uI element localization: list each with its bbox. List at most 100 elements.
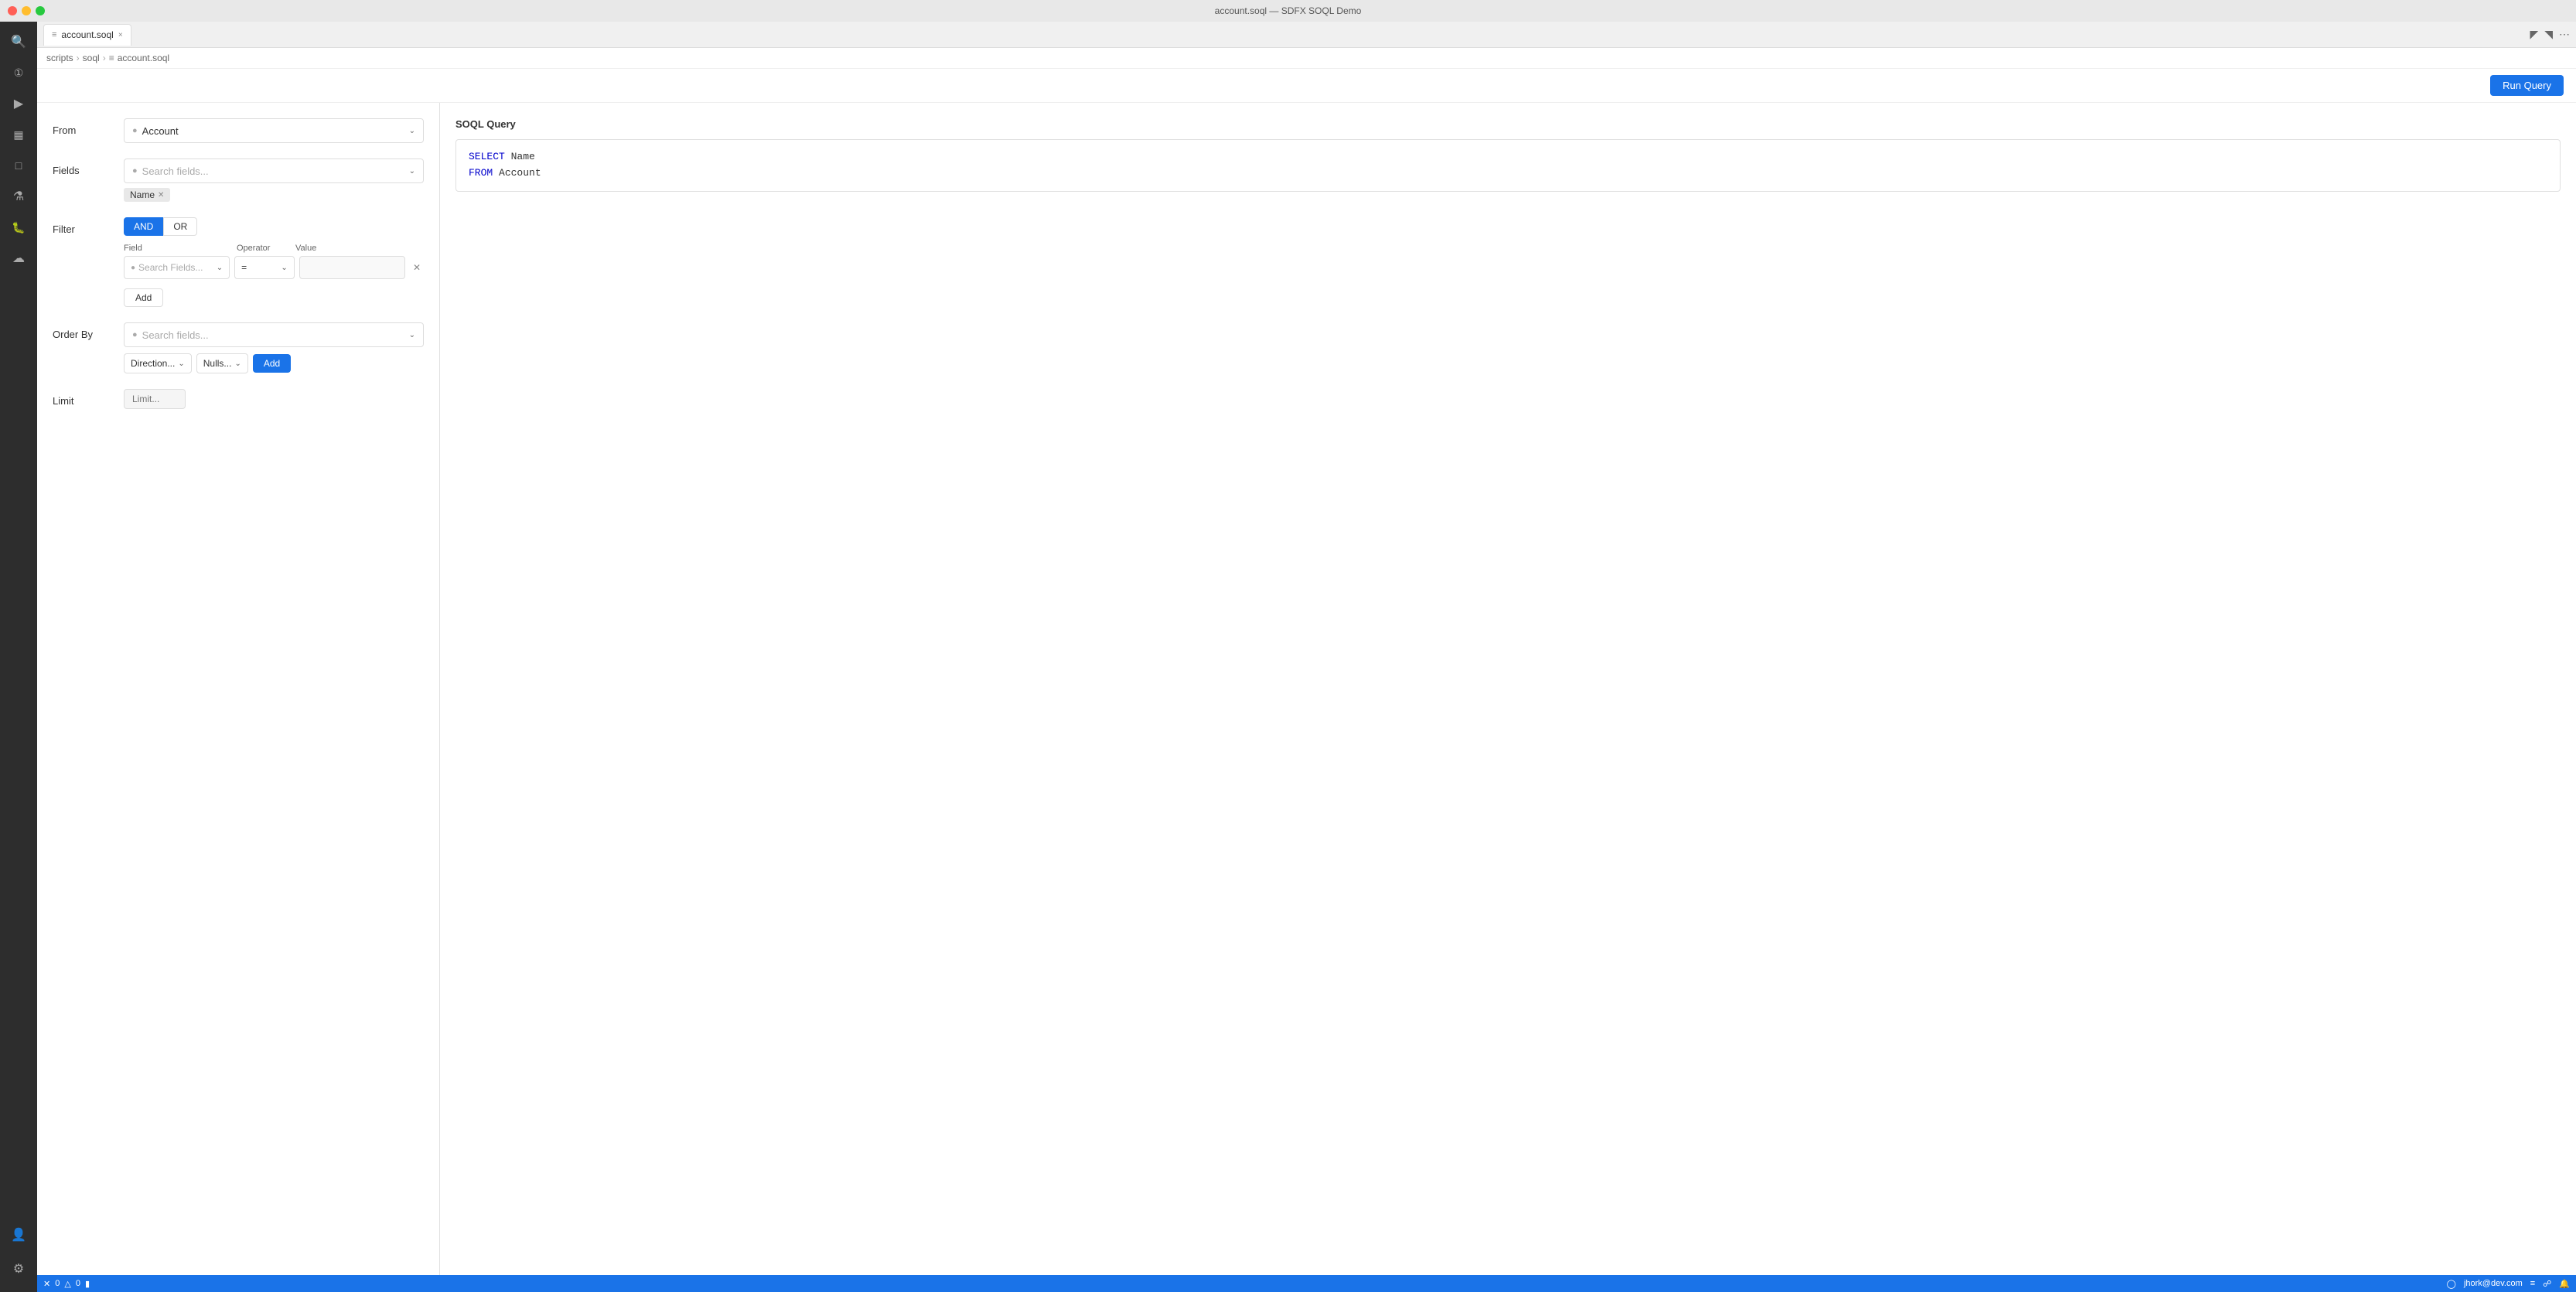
warning-count: 0 [76,1279,80,1288]
filter-field-dropdown[interactable]: ● Search Fields... ⌄ [124,256,230,279]
run-query-button[interactable]: Run Query [2490,75,2564,96]
from-dropdown[interactable]: ● Account ⌄ [124,118,424,143]
soql-line-1: SELECT Name [469,149,2547,165]
sidebar-item-git[interactable]: ① [5,59,32,87]
status-user-icon: ◯ [2447,1279,2456,1289]
settings-icon: ⚙ [13,1261,24,1277]
order-by-label: Order By [53,322,114,340]
soql-from-keyword: FROM [469,167,493,179]
filter-or-button[interactable]: OR [163,217,197,236]
filter-condition-row: ● Search Fields... ⌄ = ⌄ ✕ [124,256,424,279]
limit-row: Limit [53,389,424,409]
tab-close-button[interactable]: × [118,31,123,39]
order-by-control: ● Search fields... ⌄ Direction... ⌄ Null… [124,322,424,373]
status-user-email[interactable]: jhork@dev.com [2464,1279,2523,1288]
minimize-button[interactable] [22,6,31,15]
order-by-search-icon: ● [132,330,138,339]
flask-icon: ⚗ [13,189,24,204]
filter-add-button[interactable]: Add [124,288,163,307]
order-by-chevron-icon: ⌄ [409,331,415,339]
query-builder-panel: From ● Account ⌄ Fields ● [37,103,439,1275]
fields-control: ● Search fields... ⌄ Name ✕ [124,159,424,202]
order-by-row: Order By ● Search fields... ⌄ Direction.… [53,322,424,373]
status-chat-icon[interactable]: ☍ [2543,1279,2551,1289]
tab-bar: ≡ account.soql × ◤ ◥ ⋯ [37,22,2576,48]
toolbar: Run Query [37,69,2576,103]
fields-label: Fields [53,159,114,176]
sidebar-item-search[interactable]: 🔍 [5,28,32,56]
tab-account-soql[interactable]: ≡ account.soql × [43,24,131,46]
sidebar-item-flask[interactable]: ⚗ [5,182,32,210]
filter-col-operator-label: Operator [237,244,291,253]
sidebar-item-settings[interactable]: ⚙ [5,1255,32,1283]
maximize-button[interactable] [36,6,45,15]
main-panel: ≡ account.soql × ◤ ◥ ⋯ scripts › soql › … [37,22,2576,1292]
content-area: From ● Account ⌄ Fields ● [37,103,2576,1275]
soql-line-2: FROM Account [469,165,2547,182]
layout-button[interactable]: ◥ [2544,28,2553,41]
filter-row: Filter AND OR Field Operator Value [53,217,424,307]
limit-control [124,389,424,409]
filter-operator-dropdown[interactable]: = ⌄ [234,256,295,279]
filter-field-search-icon: ● [131,264,135,272]
status-bar-right: ◯ jhork@dev.com ≡ ☍ 🔔 [2447,1279,2570,1289]
sidebar-item-data[interactable]: ▦ [5,121,32,148]
error-count: 0 [55,1279,60,1288]
fields-row: Fields ● Search fields... ⌄ Name ✕ [53,159,424,202]
filter-operator-value: = [241,262,247,273]
breadcrumb-scripts[interactable]: scripts [46,53,73,63]
soql-field-name: Name [511,151,535,162]
order-add-button[interactable]: Add [253,354,291,373]
more-options-button[interactable]: ⋯ [2559,28,2570,41]
field-tag-label: Name [130,189,155,200]
filter-col-field-label: Field [124,244,232,253]
filter-logic-buttons: AND OR [124,217,424,236]
filter-field-chevron-icon: ⌄ [217,264,223,272]
from-value: Account [142,125,409,137]
breadcrumb: scripts › soql › ≡ account.soql [37,48,2576,69]
order-by-dropdown[interactable]: ● Search fields... ⌄ [124,322,424,347]
fields-dropdown[interactable]: ● Search fields... ⌄ [124,159,424,183]
filter-value-input[interactable] [299,256,405,279]
fields-search-icon: ● [132,166,138,176]
order-nulls-dropdown[interactable]: Nulls... ⌄ [196,353,248,373]
soql-select-keyword: SELECT [469,151,505,162]
sidebar-item-bug[interactable]: 🐛 [5,213,32,241]
sidebar-item-cloud[interactable]: ☁ [5,244,32,272]
limit-label: Limit [53,389,114,407]
status-notification-icon[interactable]: 🔔 [2559,1279,2570,1289]
file-status-icon: ▮ [85,1279,90,1289]
sidebar-item-run[interactable]: ▶ [5,90,32,118]
fields-chevron-icon: ⌄ [409,167,415,176]
file-icon: ≡ [52,30,56,39]
order-nulls-label: Nulls... [203,358,232,369]
fields-tags: Name ✕ [124,188,424,202]
bug-icon: 🐛 [12,221,25,234]
status-menu-icon[interactable]: ≡ [2530,1279,2535,1288]
field-tag-name: Name ✕ [124,188,170,202]
search-icon: 🔍 [11,34,26,49]
sidebar-item-user[interactable]: 👤 [5,1221,32,1249]
filter-field-placeholder: Search Fields... [138,262,203,273]
fields-placeholder: Search fields... [142,165,409,177]
breadcrumb-soql[interactable]: soql [83,53,100,63]
limit-input[interactable] [124,389,186,409]
soql-code-block: SELECT Name FROM Account [455,139,2561,192]
from-row: From ● Account ⌄ [53,118,424,143]
order-direction-dropdown[interactable]: Direction... ⌄ [124,353,192,373]
sidebar-item-dashboard[interactable]: □ [5,152,32,179]
run-icon: ▶ [14,96,23,111]
close-button[interactable] [8,6,17,15]
soql-panel: SOQL Query SELECT Name FROM Account [439,103,2576,1275]
window-title: account.soql — SDFX SOQL Demo [1215,5,1362,16]
breadcrumb-file[interactable]: account.soql [118,53,169,63]
dashboard-icon: □ [15,159,22,172]
order-nulls-chevron-icon: ⌄ [234,360,241,368]
split-view-button[interactable]: ◤ [2530,28,2538,41]
breadcrumb-icon: ≡ [109,53,114,63]
from-chevron-icon: ⌄ [409,127,415,135]
filter-and-button[interactable]: AND [124,217,163,236]
filter-remove-button[interactable]: ✕ [410,262,424,273]
cloud-icon: ☁ [12,251,25,266]
field-tag-remove[interactable]: ✕ [158,191,164,199]
